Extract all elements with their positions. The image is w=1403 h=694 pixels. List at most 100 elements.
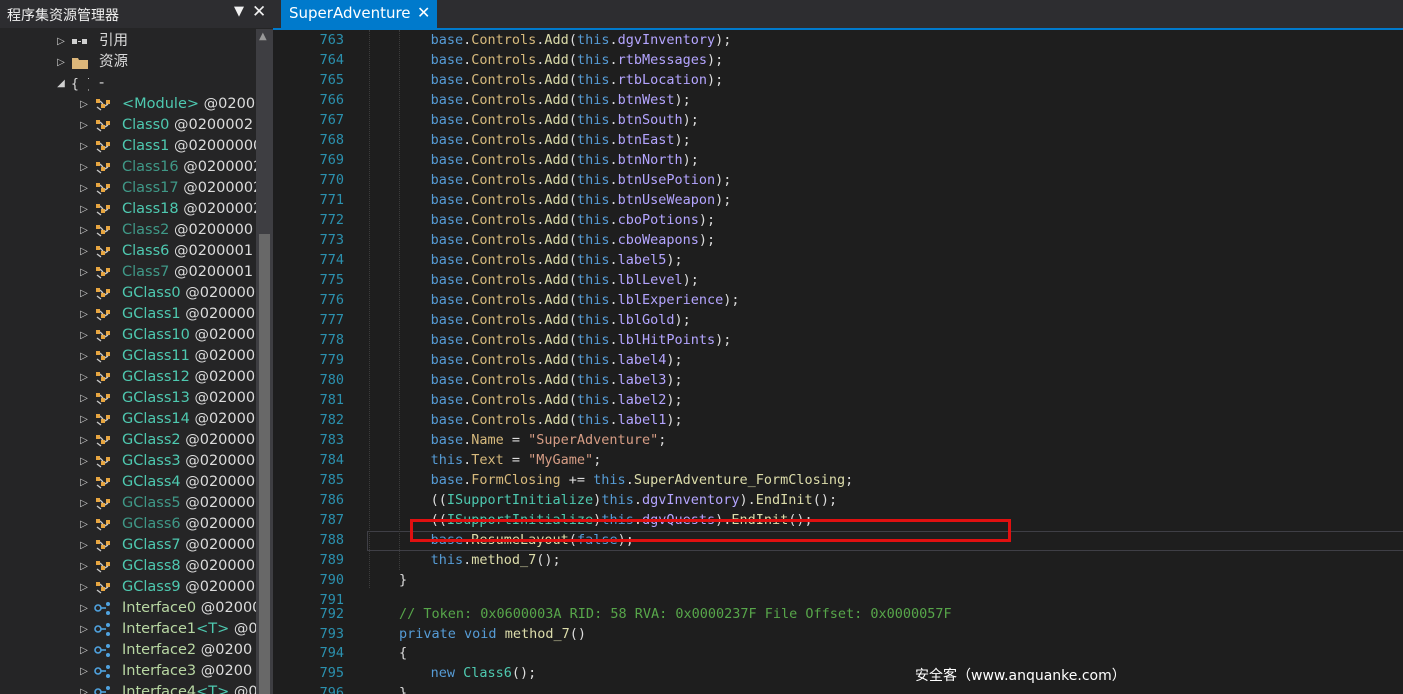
tree-node[interactable]: ▷ GClass1 @020000: [0, 304, 256, 325]
expand-arrow-icon[interactable]: ▷: [78, 661, 90, 682]
tree-node[interactable]: ▷ GClass6 @020000: [0, 514, 256, 535]
code-line[interactable]: 792 // Token: 0x0600003A RID: 58 RVA: 0x0…: [273, 604, 1403, 624]
tree-node[interactable]: ▷ GClass9 @020000: [0, 577, 256, 598]
expand-arrow-icon[interactable]: ▷: [78, 178, 90, 199]
expand-arrow-icon[interactable]: ▷: [78, 220, 90, 241]
code-line[interactable]: 776 base.Controls.Add(this.lblExperience)…: [273, 290, 1403, 310]
code-line[interactable]: 794 {: [273, 643, 1403, 663]
expand-arrow-icon[interactable]: ▷: [78, 136, 90, 157]
tree-node[interactable]: ▷ Class1 @02000000: [0, 136, 256, 157]
tree-node[interactable]: ▷ GClass2 @020000: [0, 430, 256, 451]
code-line[interactable]: 775 base.Controls.Add(this.lblLevel);: [273, 270, 1403, 290]
expand-arrow-icon[interactable]: ▷: [78, 199, 90, 220]
code-line[interactable]: 770 base.Controls.Add(this.btnUsePotion);: [273, 170, 1403, 190]
tree-node[interactable]: ▷ Class17 @0200002: [0, 178, 256, 199]
tree-node[interactable]: ▷ GClass8 @020000: [0, 556, 256, 577]
code-line[interactable]: 793 private void method_7(): [273, 624, 1403, 644]
tree-node[interactable]: ▷ Class6 @0200001: [0, 241, 256, 262]
expand-arrow-icon[interactable]: ▷: [78, 94, 90, 115]
tree-node[interactable]: ▷ Class0 @0200002: [0, 115, 256, 136]
expand-arrow-icon[interactable]: ▷: [78, 388, 90, 409]
expand-arrow-icon[interactable]: ▷: [78, 598, 90, 619]
expand-arrow-icon[interactable]: ▷: [78, 619, 90, 640]
code-line[interactable]: 790}: [273, 570, 1403, 590]
code-line[interactable]: 777 base.Controls.Add(this.lblGold);: [273, 310, 1403, 330]
expand-arrow-icon[interactable]: ▷: [78, 367, 90, 388]
tab-superadventure[interactable]: SuperAdventure ✕: [281, 0, 437, 28]
expand-arrow-icon[interactable]: ▷: [78, 325, 90, 346]
tree-node[interactable]: ▷ Class2 @0200000: [0, 220, 256, 241]
tab-close-icon[interactable]: ✕: [417, 3, 430, 22]
tree-node[interactable]: ▷ Class18 @0200002: [0, 199, 256, 220]
expand-arrow-icon[interactable]: ▷: [78, 493, 90, 514]
expand-arrow-icon[interactable]: ▷: [78, 451, 90, 472]
tree-node[interactable]: ▷ 资源: [0, 52, 256, 73]
tree-node[interactable]: ▷ Class7 @0200001: [0, 262, 256, 283]
code-line[interactable]: 796}: [273, 683, 1403, 694]
expand-arrow-icon[interactable]: ▷: [78, 472, 90, 493]
code-line[interactable]: 768 base.Controls.Add(this.btnEast);: [273, 130, 1403, 150]
expand-arrow-icon[interactable]: ▷: [78, 346, 90, 367]
code-line[interactable]: 786 ((ISupportInitialize)this.dgvInventor…: [273, 490, 1403, 510]
tree-node[interactable]: ▷ Interface2 @0200: [0, 640, 256, 661]
code-line[interactable]: 769 base.Controls.Add(this.btnNorth);: [273, 150, 1403, 170]
tree-node[interactable]: ▷ GClass5 @020000: [0, 493, 256, 514]
expand-arrow-icon[interactable]: ▷: [78, 577, 90, 598]
code-line[interactable]: 779 base.Controls.Add(this.label4);: [273, 350, 1403, 370]
code-line[interactable]: 766 base.Controls.Add(this.btnWest);: [273, 90, 1403, 110]
tree-node[interactable]: ▷ Interface1<T> @0: [0, 619, 256, 640]
expand-arrow-icon[interactable]: ▷: [55, 52, 67, 73]
code-view[interactable]: 763 base.Controls.Add(this.dgvInventory);…: [273, 30, 1403, 694]
expand-arrow-icon[interactable]: ▷: [78, 304, 90, 325]
code-line[interactable]: 765 base.Controls.Add(this.rtbLocation);: [273, 70, 1403, 90]
panel-menu-dropdown-icon[interactable]: ▼: [234, 4, 244, 19]
tree-node[interactable]: ▷ GClass0 @020000: [0, 283, 256, 304]
expand-arrow-icon[interactable]: ▷: [78, 115, 90, 136]
code-line-highlighted[interactable]: 789 this.method_7();: [273, 550, 1403, 570]
code-line[interactable]: 763 base.Controls.Add(this.dgvInventory);: [273, 30, 1403, 50]
tree-node[interactable]: ▷ GClass7 @020000: [0, 535, 256, 556]
tree-node[interactable]: ▷ GClass13 @02000: [0, 388, 256, 409]
code-line[interactable]: 767 base.Controls.Add(this.btnSouth);: [273, 110, 1403, 130]
expand-arrow-icon[interactable]: ▷: [78, 430, 90, 451]
tree-scrollbar-thumb[interactable]: [259, 234, 270, 694]
code-line[interactable]: 784 this.Text = "MyGame";: [273, 450, 1403, 470]
tree-node[interactable]: ▷ Interface0 @02000: [0, 598, 256, 619]
tree-node[interactable]: ▷ GClass4 @020000: [0, 472, 256, 493]
code-line[interactable]: 783 base.Name = "SuperAdventure";: [273, 430, 1403, 450]
tree-node[interactable]: ▷ <Module> @0200: [0, 94, 256, 115]
tree-node[interactable]: ▷ Interface4<T> @0: [0, 682, 256, 694]
tree-scrollbar[interactable]: ▲: [256, 29, 273, 694]
code-line[interactable]: 774 base.Controls.Add(this.label5);: [273, 250, 1403, 270]
expand-arrow-icon[interactable]: ▷: [78, 262, 90, 283]
expand-arrow-icon[interactable]: ▷: [78, 283, 90, 304]
code-line[interactable]: 795 new Class6();: [273, 663, 1403, 683]
code-line[interactable]: 781 base.Controls.Add(this.label2);: [273, 390, 1403, 410]
tree-node[interactable]: ▷ Interface3 @0200: [0, 661, 256, 682]
tree-node[interactable]: ▷ GClass3 @020000: [0, 451, 256, 472]
code-line[interactable]: 780 base.Controls.Add(this.label3);: [273, 370, 1403, 390]
code-line[interactable]: 771 base.Controls.Add(this.btnUseWeapon);: [273, 190, 1403, 210]
tree-node[interactable]: ▷ GClass11 @02000: [0, 346, 256, 367]
code-line[interactable]: 764 base.Controls.Add(this.rtbMessages);: [273, 50, 1403, 70]
code-line[interactable]: 782 base.Controls.Add(this.label1);: [273, 410, 1403, 430]
tree-node[interactable]: ▷ Class16 @0200002: [0, 157, 256, 178]
expand-arrow-icon[interactable]: ▷: [78, 682, 90, 694]
expand-arrow-icon[interactable]: ▷: [55, 31, 67, 52]
tree-node[interactable]: ▷ GClass12 @02000: [0, 367, 256, 388]
code-line[interactable]: 785 base.FormClosing += this.SuperAdventu…: [273, 470, 1403, 490]
tree-node[interactable]: ▷ GClass10 @02000: [0, 325, 256, 346]
expand-arrow-icon[interactable]: ▷: [78, 409, 90, 430]
expand-arrow-icon[interactable]: ▷: [78, 535, 90, 556]
expand-arrow-icon[interactable]: ▷: [78, 241, 90, 262]
code-line[interactable]: 778 base.Controls.Add(this.lblHitPoints);: [273, 330, 1403, 350]
expand-arrow-icon[interactable]: ▷: [78, 157, 90, 178]
collapse-arrow-icon[interactable]: ◢: [55, 73, 67, 94]
expand-arrow-icon[interactable]: ▷: [78, 556, 90, 577]
code-line[interactable]: 773 base.Controls.Add(this.cboWeapons);: [273, 230, 1403, 250]
tree-node[interactable]: ▷ 引用: [0, 31, 256, 52]
expand-arrow-icon[interactable]: ▷: [78, 640, 90, 661]
panel-close-icon[interactable]: ✕: [252, 2, 266, 22]
expand-arrow-icon[interactable]: ▷: [78, 514, 90, 535]
tree-node[interactable]: ◢ { }-: [0, 73, 256, 94]
